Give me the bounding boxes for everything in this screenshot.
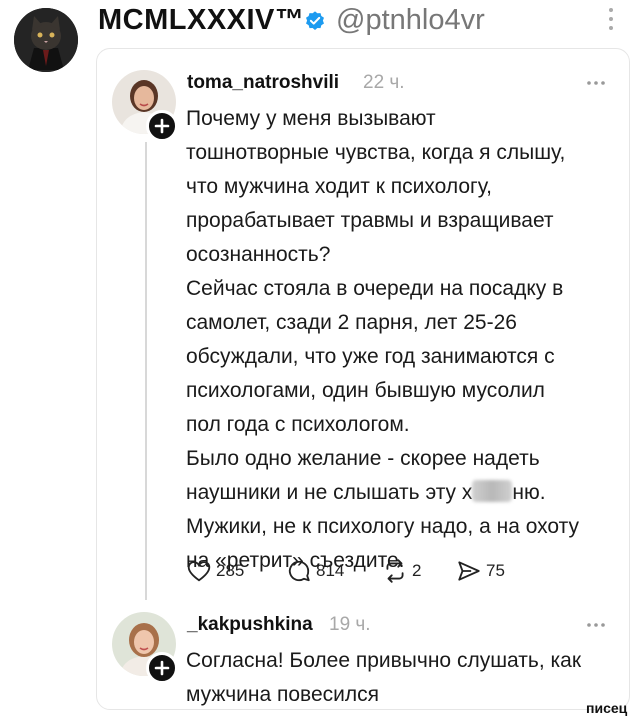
post-line: психологами, один бывшую мусолил bbox=[186, 379, 545, 402]
comment-button[interactable]: 814 bbox=[286, 556, 344, 586]
follow-plus-button[interactable] bbox=[146, 652, 178, 684]
post-line: пол года с психологом. bbox=[186, 413, 410, 436]
more-vertical-icon[interactable] bbox=[608, 6, 614, 32]
reply-time: 19 ч. bbox=[329, 614, 371, 635]
post-line: Сейчас стояла в очереди на посадку в bbox=[186, 277, 564, 300]
cat-avatar-icon bbox=[14, 8, 78, 72]
follow-plus-button[interactable] bbox=[146, 110, 178, 142]
like-button[interactable]: 285 bbox=[186, 556, 244, 586]
post-body: Почему у меня вызывают тошнотворные чувс… bbox=[186, 102, 616, 578]
post-line: что мужчина ходит к психологу, bbox=[186, 175, 492, 198]
comment-icon bbox=[288, 560, 310, 582]
reply-line: Согласна! Более привычно слушать, как bbox=[186, 649, 582, 672]
repost-count: 2 bbox=[412, 561, 422, 580]
post-username[interactable]: toma_natroshvili bbox=[187, 72, 339, 94]
post-line: Почему у меня вызывают bbox=[186, 107, 436, 130]
more-horizontal-icon[interactable] bbox=[586, 622, 606, 628]
censored-text-end: ню. bbox=[512, 481, 546, 504]
post-line: тошнотворные чувства, когда я слышу, bbox=[186, 141, 566, 164]
user-handle[interactable]: @ptnhlo4vr bbox=[336, 4, 485, 37]
post-line: осознанность? bbox=[186, 243, 331, 266]
verified-badge-icon bbox=[306, 11, 324, 30]
post-time: 22 ч. bbox=[363, 72, 405, 93]
repost-icon bbox=[386, 559, 404, 583]
reply-line: мужчина повесился bbox=[186, 683, 380, 706]
censored-text-start: наушники и не слышать эту х bbox=[186, 481, 473, 504]
post-line: прорабатывает травмы и взращивает bbox=[186, 209, 554, 232]
post-line: обсуждали, что уже год занимаются с bbox=[186, 345, 555, 368]
post-line: Мужики, не к психологу надо, а на охоту bbox=[186, 515, 579, 538]
heart-icon bbox=[187, 561, 211, 582]
censor-blur bbox=[472, 480, 513, 502]
post-line: Было одно желание - скорее надеть bbox=[186, 447, 540, 470]
share-count: 75 bbox=[486, 561, 505, 580]
repost-button[interactable]: 2 bbox=[382, 556, 421, 586]
plus-icon bbox=[154, 118, 170, 134]
like-count: 285 bbox=[216, 561, 245, 580]
more-horizontal-icon[interactable] bbox=[586, 80, 606, 86]
plus-icon bbox=[154, 660, 170, 676]
thread-line bbox=[145, 142, 147, 600]
post-line: самолет, сзади 2 парня, лет 25-26 bbox=[186, 311, 517, 334]
reply-username[interactable]: _kakpushkina bbox=[187, 614, 313, 636]
outer-avatar[interactable] bbox=[14, 8, 78, 72]
display-name[interactable]: MCMLXXXIV™ bbox=[98, 4, 304, 37]
comment-count: 814 bbox=[316, 561, 345, 580]
share-button[interactable]: 75 bbox=[456, 556, 505, 586]
reply-body: Согласна! Более привычно слушать, как му… bbox=[186, 644, 616, 712]
post-line-censored: наушники и не слышать эту х ню. bbox=[186, 476, 616, 510]
share-icon bbox=[458, 561, 480, 581]
watermark: писец bbox=[586, 700, 628, 716]
